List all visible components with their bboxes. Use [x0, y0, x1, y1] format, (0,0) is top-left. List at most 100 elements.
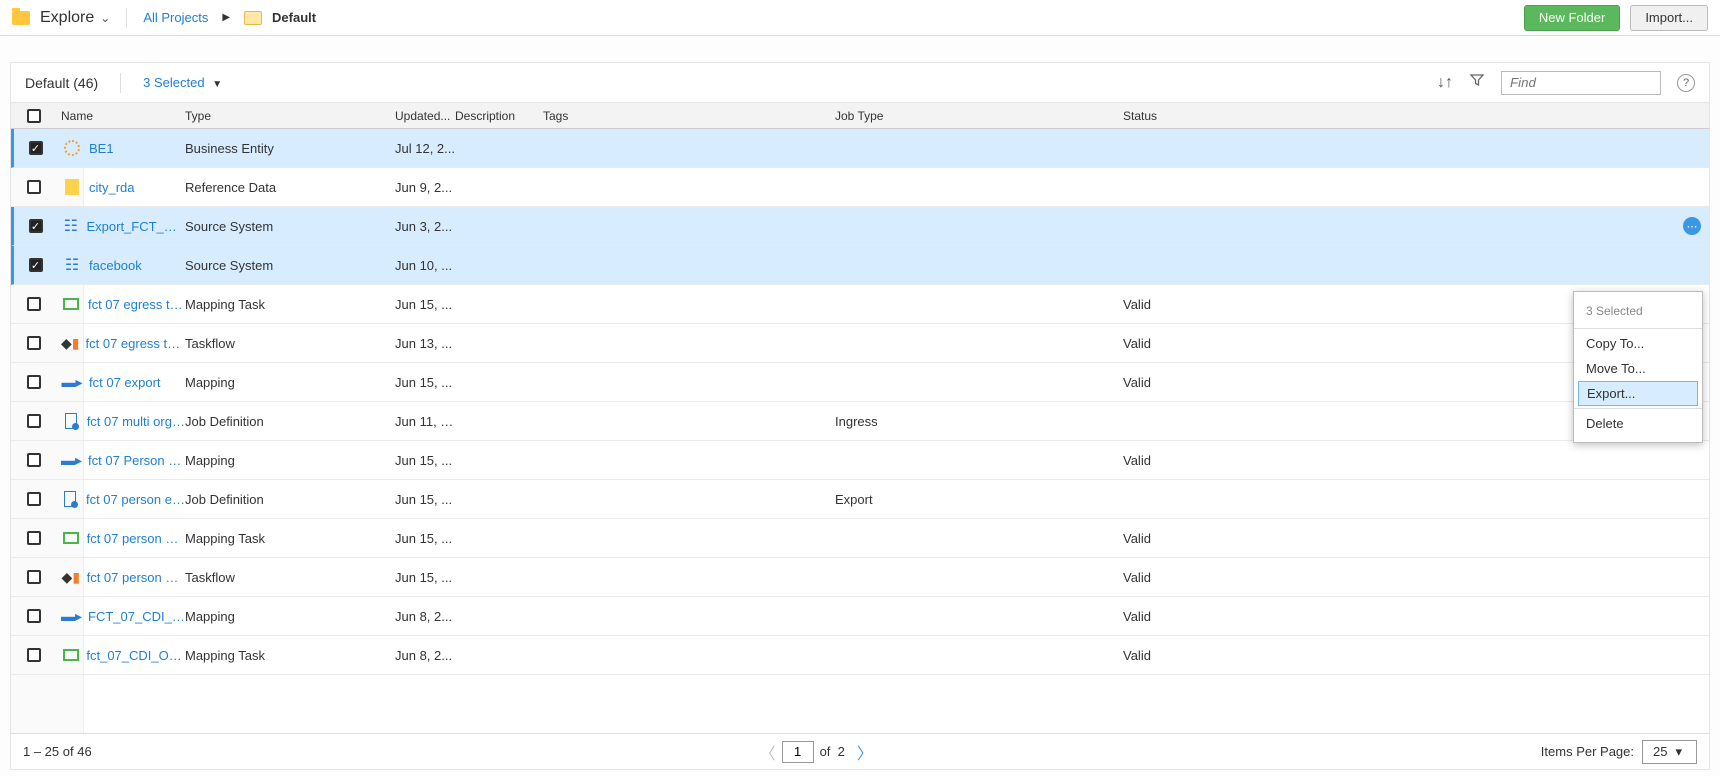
col-type[interactable]: Type — [185, 109, 395, 123]
row-name-link[interactable]: fct 07 egress taskfl... — [86, 336, 186, 351]
row-name-link[interactable]: fct 07 person export — [86, 492, 185, 507]
table-row[interactable]: fct 07 person exportJob DefinitionJun 15… — [11, 480, 1709, 519]
table-row[interactable]: city_rdaReference DataJun 9, 2...⋯ — [11, 168, 1709, 207]
context-delete[interactable]: Delete — [1574, 411, 1702, 436]
row-updated: Jun 15, ... — [395, 297, 455, 312]
sort-icon[interactable]: ↓↑ — [1437, 74, 1453, 92]
explore-label: Explore — [40, 9, 94, 27]
selected-dropdown[interactable]: 3 Selected ▼ — [143, 75, 226, 90]
row-checkbox[interactable] — [27, 492, 41, 506]
row-checkbox[interactable] — [27, 609, 41, 623]
row-actions-icon[interactable]: ⋯ — [1683, 217, 1701, 235]
chevron-down-icon: ⌄ — [100, 11, 110, 25]
row-name-link[interactable]: fct 07 Person Export — [88, 453, 185, 468]
table-body: ✓BE1Business EntityJul 12, 2...⋯city_rda… — [11, 129, 1709, 733]
row-name-link[interactable]: BE1 — [89, 141, 114, 156]
next-page-button[interactable]: 〉 — [857, 740, 873, 764]
find-input[interactable] — [1501, 71, 1661, 95]
table-row[interactable]: ✓☷facebookSource SystemJun 10, ...⋯ — [11, 246, 1709, 285]
filter-icon[interactable] — [1469, 72, 1485, 93]
page-input[interactable] — [782, 741, 814, 763]
row-checkbox[interactable]: ✓ — [29, 258, 43, 272]
sub-header: Default (46) 3 Selected ▼ ↓↑ ? — [11, 63, 1709, 103]
row-checkbox[interactable]: ✓ — [29, 141, 43, 155]
context-export[interactable]: Export... — [1578, 381, 1698, 406]
row-name-link[interactable]: fct 07 person exp... — [87, 531, 185, 546]
table-row[interactable]: ✓☷Export_FCT_SurceSource SystemJun 3, 2.… — [11, 207, 1709, 246]
row-name-link[interactable]: city_rda — [89, 180, 135, 195]
prev-page-button[interactable]: 〈 — [760, 740, 776, 764]
table-row[interactable]: fct 07 multi org in...Job DefinitionJun … — [11, 402, 1709, 441]
row-status: Valid — [1123, 336, 1323, 351]
row-updated: Jun 15, ... — [395, 492, 455, 507]
row-checkbox[interactable] — [27, 531, 41, 545]
table-row[interactable]: fct 07 person exp...Mapping TaskJun 15, … — [11, 519, 1709, 558]
col-status[interactable]: Status — [1123, 109, 1323, 123]
row-name-link[interactable]: facebook — [89, 258, 142, 273]
row-status: Valid — [1123, 609, 1323, 624]
row-updated: Jun 15, ... — [395, 453, 455, 468]
row-checkbox[interactable] — [27, 336, 41, 350]
table-header: Name Type Updated... Description Tags Jo… — [11, 103, 1709, 129]
row-checkbox[interactable]: ✓ — [29, 219, 43, 233]
table-row[interactable]: ▬▸fct 07 Person ExportMappingJun 15, ...… — [11, 441, 1709, 480]
table-row[interactable]: ▬▸fct 07 exportMappingJun 15, ...Valid⋯ — [11, 363, 1709, 402]
row-type: Mapping Task — [185, 531, 395, 546]
help-icon[interactable]: ? — [1677, 74, 1695, 92]
row-checkbox[interactable] — [27, 414, 41, 428]
table-row[interactable]: fct 07 egress taskMapping TaskJun 15, ..… — [11, 285, 1709, 324]
row-updated: Jun 11, 2... — [395, 414, 455, 429]
table-row[interactable]: fct_07_CDI_Org_...Mapping TaskJun 8, 2..… — [11, 636, 1709, 675]
items-per-page-select[interactable]: 25▾ — [1642, 740, 1697, 764]
explore-dropdown[interactable]: Explore ⌄ — [40, 9, 110, 27]
context-move[interactable]: Move To... — [1574, 356, 1702, 381]
row-name-link[interactable]: FCT_07_CDI_Or... — [88, 609, 185, 624]
col-tags[interactable]: Tags — [543, 109, 835, 123]
new-folder-button[interactable]: New Folder — [1524, 5, 1620, 31]
table-row[interactable]: ✓BE1Business EntityJul 12, 2...⋯ — [11, 129, 1709, 168]
row-name-link[interactable]: fct 07 export — [89, 375, 161, 390]
row-status: Valid — [1123, 375, 1323, 390]
row-updated: Jun 8, 2... — [395, 648, 455, 663]
col-name[interactable]: Name — [57, 109, 185, 123]
separator — [126, 8, 127, 28]
col-updated[interactable]: Updated... — [395, 109, 455, 123]
row-name-link[interactable]: fct 07 person exp... — [87, 570, 185, 585]
row-type: Mapping — [185, 609, 395, 624]
row-updated: Jun 8, 2... — [395, 609, 455, 624]
row-type: Reference Data — [185, 180, 395, 195]
row-checkbox[interactable] — [27, 375, 41, 389]
table-row[interactable]: ◆▮fct 07 person exp...TaskflowJun 15, ..… — [11, 558, 1709, 597]
folder-count: Default (46) — [25, 75, 98, 91]
row-checkbox[interactable] — [27, 180, 41, 194]
table-row[interactable]: ▬▸FCT_07_CDI_Or...MappingJun 8, 2...Vali… — [11, 597, 1709, 636]
row-updated: Jun 10, ... — [395, 258, 455, 273]
row-updated: Jun 9, 2... — [395, 180, 455, 195]
context-copy[interactable]: Copy To... — [1574, 331, 1702, 356]
row-jobtype: Export — [835, 492, 1123, 507]
row-type: Mapping Task — [185, 297, 395, 312]
row-updated: Jun 15, ... — [395, 375, 455, 390]
select-all-checkbox[interactable] — [27, 109, 41, 123]
row-checkbox[interactable] — [27, 453, 41, 467]
breadcrumb-all-projects[interactable]: All Projects — [143, 10, 208, 25]
row-name-link[interactable]: fct 07 egress task — [88, 297, 185, 312]
breadcrumb-current: Default — [272, 10, 316, 25]
table-row[interactable]: ◆▮fct 07 egress taskfl...TaskflowJun 13,… — [11, 324, 1709, 363]
row-type: Business Entity — [185, 141, 395, 156]
row-status: Valid — [1123, 570, 1323, 585]
items-per-page-label: Items Per Page: — [1541, 744, 1634, 759]
page-range: 1 – 25 of 46 — [23, 744, 92, 759]
import-button[interactable]: Import... — [1630, 5, 1708, 31]
col-description[interactable]: Description — [455, 109, 543, 123]
row-status: Valid — [1123, 648, 1323, 663]
row-checkbox[interactable] — [27, 297, 41, 311]
row-name-link[interactable]: fct_07_CDI_Org_... — [86, 648, 185, 663]
row-type: Mapping — [185, 375, 395, 390]
row-name-link[interactable]: fct 07 multi org in... — [87, 414, 185, 429]
col-jobtype[interactable]: Job Type — [835, 109, 1123, 123]
row-checkbox[interactable] — [27, 648, 41, 662]
row-name-link[interactable]: Export_FCT_Surce — [86, 219, 185, 234]
row-checkbox[interactable] — [27, 570, 41, 584]
row-jobtype: Ingress — [835, 414, 1123, 429]
